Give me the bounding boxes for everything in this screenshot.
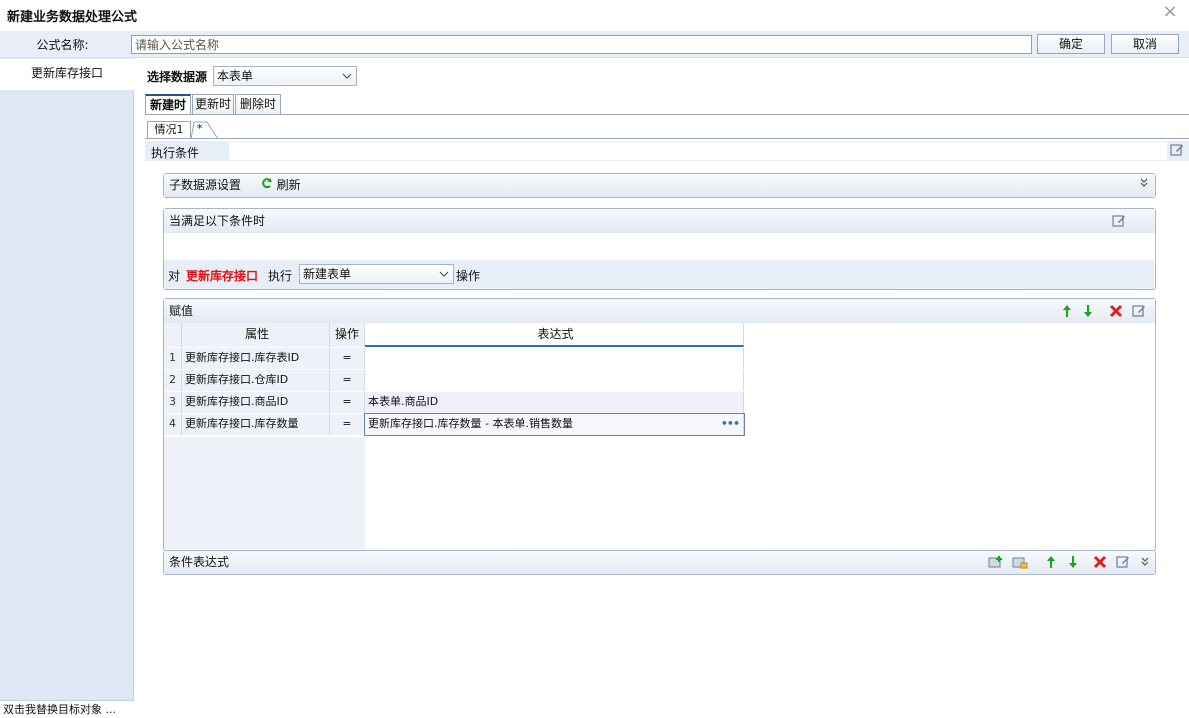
assignment-panel-title: 赋值 [169, 304, 194, 318]
table-left-fill [164, 437, 365, 549]
operation-select[interactable]: 新建表单 [299, 264, 454, 284]
insert-condition-icon[interactable] [1012, 555, 1028, 569]
cancel-button[interactable]: 取消 [1111, 34, 1179, 54]
row-expr-value: 更新库存接口.库存数量 - 本表单.销售数量 [368, 417, 573, 430]
condition-expression-panel: 条件表达式 [163, 550, 1156, 575]
operation-target: 更新库存接口 [186, 269, 259, 283]
operation-prefix: 对 [168, 269, 181, 283]
row-expr[interactable] [365, 348, 744, 369]
move-up-icon[interactable] [1046, 555, 1056, 569]
edit-icon[interactable] [1111, 213, 1127, 229]
row-op[interactable]: = [330, 392, 365, 413]
tab-on-update[interactable]: 更新时 [192, 94, 234, 114]
case-tab-1[interactable]: 情况1 [147, 121, 191, 139]
condition-expression-title: 条件表达式 [169, 555, 230, 569]
window-title: 新建业务数据处理公式 [7, 10, 138, 25]
row-attr[interactable]: 更新库存接口.商品ID [182, 392, 330, 413]
exec-condition-input[interactable] [229, 142, 1167, 160]
row-op[interactable]: = [330, 370, 365, 391]
target-sidebar [0, 58, 134, 718]
expand-icon[interactable] [1141, 556, 1149, 568]
column-header-attr[interactable]: 属性 [182, 323, 330, 347]
column-header-expr[interactable]: 表达式 [365, 323, 744, 347]
tab-divider [145, 114, 1189, 115]
tab-on-create[interactable]: 新建时 [145, 94, 191, 114]
condition-panel-title: 当满足以下条件时 [169, 214, 266, 228]
row-op[interactable]: = [330, 414, 365, 435]
expand-icon[interactable] [1140, 174, 1148, 197]
operation-suffix: 操作 [456, 269, 481, 283]
add-case-tab[interactable]: * [191, 121, 219, 139]
move-down-icon[interactable] [1068, 555, 1078, 569]
row-number: 1 [164, 348, 182, 369]
formula-name-input[interactable] [131, 35, 1032, 54]
row-attr[interactable]: 更新库存接口.库存表ID [182, 348, 330, 369]
formula-name-label: 公式名称: [36, 38, 89, 52]
tab-on-delete[interactable]: 删除时 [235, 94, 281, 114]
edit-icon[interactable] [1131, 303, 1147, 319]
row-op[interactable]: = [330, 348, 365, 369]
refresh-icon [261, 174, 273, 197]
table-row[interactable]: 4 更新库存接口.库存数量 = 更新库存接口.库存数量 - 本表单.销售数量 •… [164, 413, 745, 436]
sub-datasource-panel: 子数据源设置 刷新 [163, 173, 1156, 198]
case-divider [145, 138, 1189, 139]
row-attr[interactable]: 更新库存接口.库存数量 [182, 414, 330, 435]
chevron-down-icon [342, 67, 352, 91]
row-expr[interactable] [365, 370, 744, 391]
add-case-label: * [197, 122, 203, 135]
sidebar-item-update-stock[interactable]: 更新库存接口 [0, 59, 134, 91]
operation-selected-value: 新建表单 [303, 267, 352, 281]
chevron-down-icon [439, 265, 449, 289]
delete-icon[interactable] [1109, 304, 1123, 318]
ok-button[interactable]: 确定 [1037, 34, 1105, 54]
table-header: 属性 操作 表达式 [164, 323, 744, 347]
add-condition-icon[interactable] [988, 555, 1004, 569]
row-expr[interactable]: 本表单.商品ID [365, 392, 744, 413]
more-options-icon[interactable]: ••• [721, 414, 740, 434]
datasource-label: 选择数据源 [147, 70, 208, 84]
exec-condition-label: 执行条件 [151, 146, 200, 160]
sub-datasource-label: 子数据源设置 [169, 178, 242, 192]
delete-icon[interactable] [1093, 555, 1107, 569]
title-bar [0, 0, 1189, 30]
row-number: 3 [164, 392, 182, 413]
row-attr[interactable]: 更新库存接口.仓库ID [182, 370, 330, 391]
move-down-icon[interactable] [1083, 304, 1093, 318]
refresh-button[interactable]: 刷新 [261, 178, 301, 192]
table-row[interactable]: 1 更新库存接口.库存表ID = [164, 348, 744, 369]
sidebar-footer-hint[interactable]: 双击我替换目标对象 ... [0, 700, 134, 718]
row-number: 4 [164, 414, 182, 435]
column-header-op[interactable]: 操作 [330, 323, 365, 347]
row-number: 2 [164, 370, 182, 391]
edit-icon[interactable] [1115, 554, 1131, 570]
datasource-select[interactable]: 本表单 [213, 66, 357, 86]
row-expr-editing[interactable]: 更新库存接口.库存数量 - 本表单.销售数量 ••• [364, 413, 745, 436]
refresh-label: 刷新 [276, 178, 301, 192]
close-icon[interactable]: × [1160, 2, 1180, 22]
move-up-icon[interactable] [1062, 304, 1072, 318]
table-row[interactable]: 3 更新库存接口.商品ID = 本表单.商品ID [164, 392, 744, 413]
edit-icon[interactable] [1169, 142, 1185, 161]
table-row[interactable]: 2 更新库存接口.仓库ID = [164, 370, 744, 391]
operation-exec-label: 执行 [268, 269, 293, 283]
datasource-selected-value: 本表单 [217, 69, 254, 83]
